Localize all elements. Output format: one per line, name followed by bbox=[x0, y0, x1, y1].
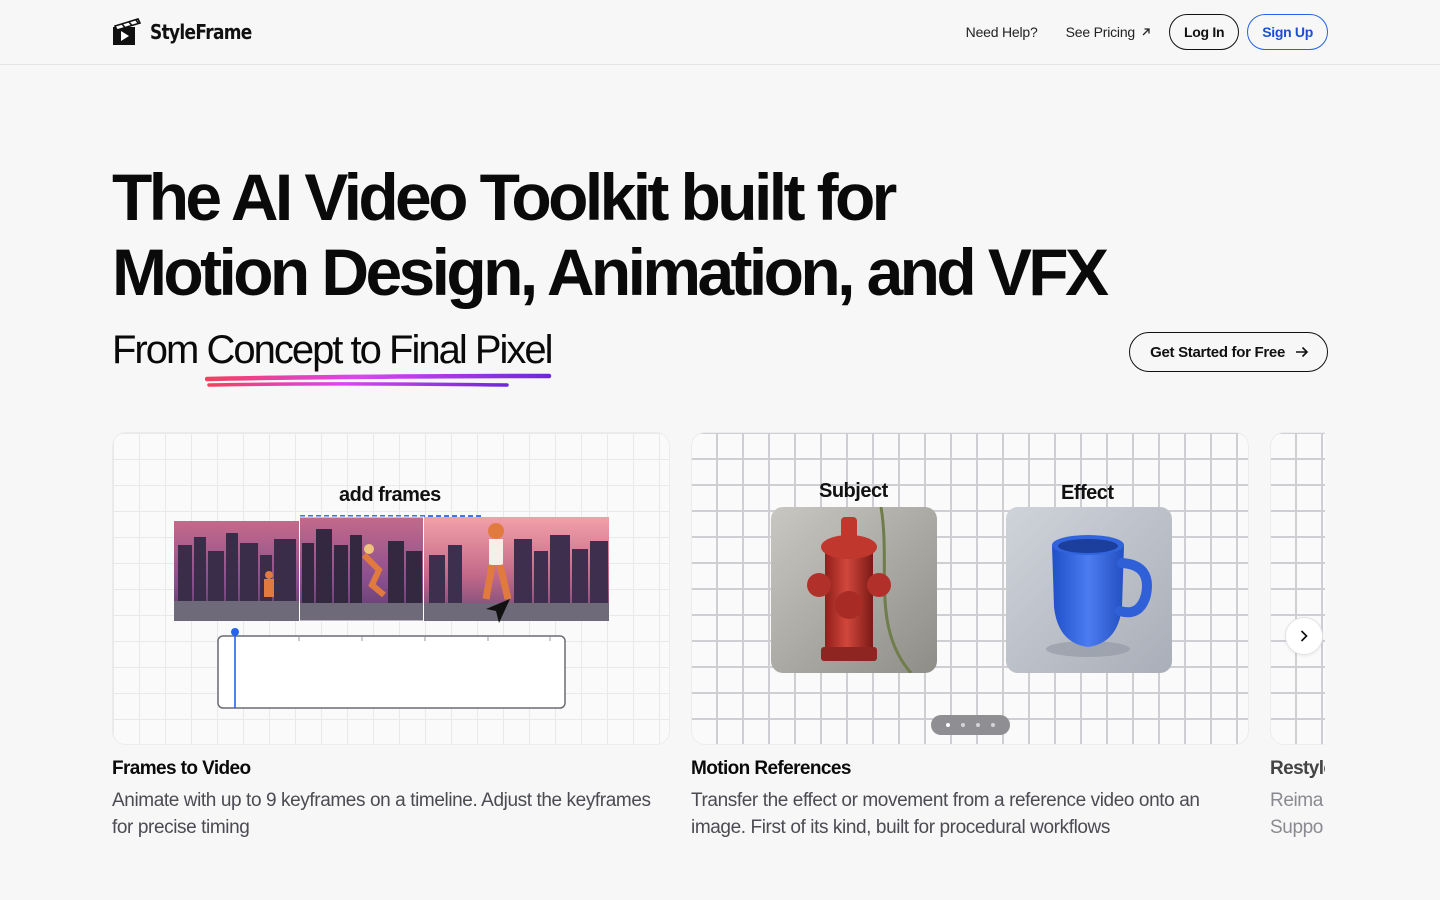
card-desc-restyle-line1: Reima bbox=[1270, 790, 1323, 811]
site-header: StyleFrame Need Help? See Pricing Log In… bbox=[0, 0, 1440, 65]
top-nav: Need Help? See Pricing Log In Sign Up bbox=[956, 14, 1328, 50]
carousel-dot[interactable] bbox=[991, 723, 995, 727]
arrow-right-icon bbox=[1296, 346, 1309, 358]
card-title-restyle[interactable]: Restyle bbox=[1270, 758, 1334, 780]
hero-subtitle-prefix: From bbox=[112, 328, 207, 372]
card-title-frames-to-video[interactable]: Frames to Video bbox=[112, 758, 251, 780]
card-desc-frames-to-video: Animate with up to 9 keyframes on a time… bbox=[112, 790, 651, 838]
fire-hydrant-image bbox=[771, 507, 937, 673]
card-desc-motion-references: Transfer the effect or movement from a r… bbox=[691, 790, 1200, 838]
carousel-dot[interactable] bbox=[946, 723, 950, 727]
blue-mug-image bbox=[1006, 507, 1172, 673]
login-button[interactable]: Log In bbox=[1169, 14, 1240, 50]
see-pricing-link[interactable]: See Pricing bbox=[1056, 24, 1161, 40]
subject-label: Subject bbox=[819, 480, 888, 502]
card-title-motion-references[interactable]: Motion References bbox=[691, 758, 851, 780]
effect-label: Effect bbox=[1061, 482, 1114, 504]
need-help-link[interactable]: Need Help? bbox=[956, 24, 1048, 40]
brush-underline bbox=[205, 373, 552, 387]
card-desc-restyle-line2: Suppo bbox=[1270, 817, 1323, 838]
hero-title-line1: The AI Video Toolkit built for bbox=[112, 160, 897, 234]
carousel-edge-mask bbox=[1325, 420, 1440, 860]
brand-logo[interactable]: StyleFrame bbox=[112, 17, 270, 47]
motion-references-media[interactable]: Subject Effect bbox=[691, 432, 1249, 745]
brand-name: StyleFrame bbox=[150, 20, 252, 44]
add-frames-label: add frames bbox=[339, 484, 441, 506]
arrow-up-right-icon bbox=[1142, 28, 1150, 36]
carousel-dot[interactable] bbox=[976, 723, 980, 727]
keyframe-strip bbox=[174, 515, 609, 623]
frames-to-video-media[interactable]: add frames bbox=[112, 432, 670, 745]
subject-image bbox=[771, 507, 937, 673]
keyframe-timeline[interactable] bbox=[217, 627, 569, 713]
see-pricing-label: See Pricing bbox=[1065, 24, 1136, 40]
hero-subtitle-highlight: Concept to Final Pixel bbox=[206, 328, 553, 372]
get-started-button[interactable]: Get Started for Free bbox=[1129, 332, 1328, 372]
need-help-label: Need Help? bbox=[965, 24, 1038, 40]
hero-title: The AI Video Toolkit built for Motion De… bbox=[112, 160, 1109, 310]
signup-button[interactable]: Sign Up bbox=[1247, 14, 1328, 50]
clapperboard-icon bbox=[113, 18, 142, 45]
hero-subtitle: From Concept to Final Pixel bbox=[112, 328, 554, 373]
carousel-next-button[interactable] bbox=[1285, 617, 1323, 655]
hero-title-line2: Motion Design, Animation, and VFX bbox=[112, 235, 1109, 309]
carousel-dot[interactable] bbox=[961, 723, 965, 727]
carousel-dots[interactable] bbox=[931, 715, 1010, 735]
chevron-right-icon bbox=[1300, 630, 1308, 642]
effect-image bbox=[1006, 507, 1172, 673]
get-started-label: Get Started for Free bbox=[1150, 343, 1285, 361]
